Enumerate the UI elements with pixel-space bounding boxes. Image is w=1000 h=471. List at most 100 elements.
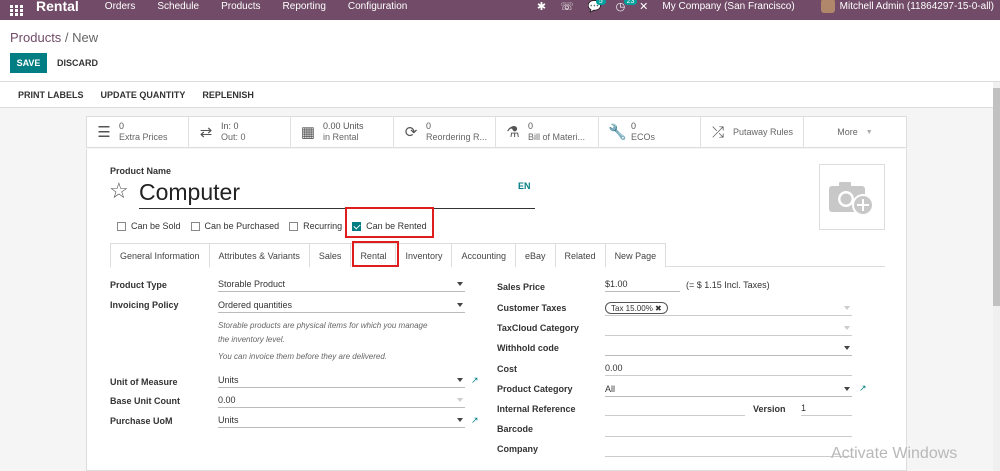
control-panel: Products / New SAVE DISCARD [0,20,1000,82]
app-name[interactable]: Rental [36,0,79,14]
tools-icon[interactable]: ✕ [639,0,648,13]
dropdown-caret-icon [457,398,463,402]
smart-button-in-out[interactable]: ⇄ In: 0 Out: 0 [189,117,291,147]
tab-inventory[interactable]: Inventory [395,243,453,267]
base-unit-count-value: 0.00 [218,395,236,405]
barcode-label: Barcode [497,424,534,434]
tab-new-page[interactable]: New Page [604,243,667,267]
company-select[interactable] [605,444,852,457]
smart-button-bill-of-materials[interactable]: ⚗ 0 Bill of Materi... [496,117,599,147]
tab-general-information[interactable]: General Information [110,243,210,268]
smart-button-putaway-rules[interactable]: ⤮ Putaway Rules [701,117,804,147]
smart-button-value: 0 [528,121,534,131]
product-type-help: Storable products are physical items for… [218,321,428,330]
tab-ebay[interactable]: eBay [515,243,556,267]
apps-menu-icon[interactable] [10,4,26,16]
tab-attributes-variants[interactable]: Attributes & Variants [208,243,310,267]
menu-products[interactable]: Products [221,1,260,12]
avatar[interactable] [820,0,835,13]
smart-button-label: in Rental [323,132,359,142]
invoicing-policy-label: Invoicing Policy [110,300,179,310]
flask-icon: ⚗ [506,124,520,141]
can-be-purchased-checkbox[interactable]: Can be Purchased [190,221,279,231]
cost-value: 0.00 [605,363,623,373]
base-unit-count-input[interactable]: 0.00 [218,395,465,408]
external-link-icon[interactable]: ↗ [859,383,867,394]
version-input[interactable]: 1 [801,403,852,416]
scrollbar-thumb[interactable] [993,88,1000,306]
debug-icon[interactable]: ✱ [537,0,546,13]
product-type-select[interactable]: Storable Product [218,279,465,292]
external-link-icon[interactable]: ↗ [471,375,479,386]
dropdown-caret-icon [457,378,463,382]
internal-reference-label: Internal Reference [497,404,576,414]
product-image-upload[interactable] [819,164,885,230]
barcode-input[interactable] [605,424,852,437]
smart-button-in-rental[interactable]: ▦ 0.00 Units in Rental [291,117,394,147]
company-switcher[interactable]: My Company (San Francisco) [662,1,794,12]
activities-icon[interactable]: ◷ 23 [616,0,638,13]
save-button[interactable]: SAVE [10,53,47,73]
checkbox-box[interactable] [190,221,200,231]
smart-button-label: Extra Prices [119,132,168,142]
menu-reporting[interactable]: Reporting [283,1,326,12]
action-buttons-bar: PRINT LABELS UPDATE QUANTITY REPLENISH [0,82,1000,108]
customer-taxes-label: Customer Taxes [497,303,567,313]
breadcrumb-separator: / [61,30,73,45]
tab-sales[interactable]: Sales [308,243,352,267]
transfer-icon: ⇄ [199,124,213,141]
sales-price-label: Sales Price [497,282,546,292]
smart-button-extra-prices[interactable]: ☰ 0 Extra Prices [87,117,189,147]
menu-configuration[interactable]: Configuration [348,1,407,12]
activities-badge: 23 [623,0,638,5]
user-menu[interactable]: Mitchell Admin (11864297-15-0-all) [840,1,994,12]
product-category-value: All [605,384,616,394]
external-link-icon[interactable]: ↗ [471,415,479,426]
checkbox-box[interactable] [117,221,126,231]
product-name-input[interactable]: Computer [139,179,240,205]
cost-input[interactable]: 0.00 [605,363,852,376]
messages-icon[interactable]: 💬 5 [588,0,606,13]
chevron-down-icon: ▼ [865,128,873,136]
product-category-select[interactable]: All [605,384,852,397]
purchase-uom-label: Purchase UoM [110,416,173,426]
print-labels-button[interactable]: PRINT LABELS [18,90,84,100]
language-button[interactable]: EN [518,181,531,191]
replenish-button[interactable]: REPLENISH [202,90,254,100]
invoicing-policy-help: You can invoice them before they are del… [218,352,387,361]
taxcloud-category-select[interactable] [605,323,852,336]
menu-schedule[interactable]: Schedule [157,1,199,12]
can-be-sold-checkbox[interactable]: Can be Sold [117,221,181,231]
tax-tag[interactable]: Tax 15.00% ✖ [605,302,668,314]
dropdown-caret-icon [457,303,463,307]
smart-button-reordering-rules[interactable]: ⟳ 0 Reordering R... [394,117,496,147]
favorite-star-icon[interactable]: ☆ [109,179,129,203]
dropdown-caret-icon [844,306,850,310]
phone-icon[interactable]: ☏ [560,0,574,13]
breadcrumb-products[interactable]: Products [10,30,61,45]
sales-price-input[interactable]: $1.00 [605,279,680,292]
recurring-checkbox[interactable]: Recurring [289,221,342,231]
invoicing-policy-select[interactable]: Ordered quantities [218,300,465,313]
smart-button-label: ECOs [631,132,656,142]
smart-button-ecos[interactable]: 🔧 0 ECOs [599,117,701,147]
withhold-code-label: Withhold code [497,343,559,353]
smart-button-more[interactable]: More ▼ [804,117,906,147]
unit-of-measure-select[interactable]: Units [218,375,465,388]
product-type-help-2: the inventory level. [218,335,285,344]
tab-related[interactable]: Related [554,243,606,267]
dropdown-caret-icon [844,346,850,350]
purchase-uom-select[interactable]: Units [218,415,465,428]
discard-button[interactable]: DISCARD [57,53,98,73]
tab-accounting[interactable]: Accounting [451,243,517,267]
internal-reference-input[interactable] [605,403,745,416]
smart-button-label: Bill of Materi... [528,132,586,142]
smart-button-label: Out: 0 [221,132,246,142]
top-navbar: Rental Orders Schedule Products Reportin… [0,0,1000,20]
scrollbar[interactable] [993,82,1000,471]
update-quantity-button[interactable]: UPDATE QUANTITY [101,90,186,100]
checkbox-box[interactable] [289,221,299,231]
withhold-code-select[interactable] [605,343,852,356]
smart-button-value: 0 [119,121,125,131]
menu-orders[interactable]: Orders [105,1,136,12]
